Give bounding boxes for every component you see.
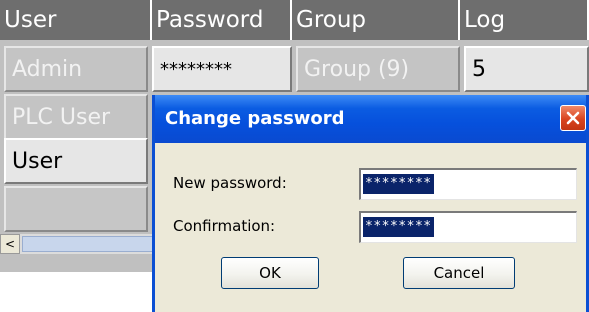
change-password-dialog: Change password New password: ******** C…: [152, 95, 589, 312]
table-cell-password[interactable]: ********: [152, 46, 292, 92]
new-password-label: New password:: [173, 174, 287, 192]
table-footer: [0, 256, 170, 272]
table-cell-user[interactable]: PLC User: [4, 94, 148, 140]
column-header-password[interactable]: Password: [152, 0, 292, 40]
scrollbar-thumb[interactable]: [22, 236, 162, 252]
table-cell-user[interactable]: [4, 186, 148, 232]
horizontal-scrollbar[interactable]: <: [0, 234, 170, 254]
chevron-left-icon[interactable]: <: [0, 234, 20, 254]
confirmation-field[interactable]: ********: [359, 211, 577, 243]
new-password-value: ********: [363, 174, 434, 194]
table-cell-group[interactable]: Group (9): [296, 46, 460, 92]
confirmation-value: ********: [363, 217, 434, 237]
dialog-title-bar[interactable]: Change password: [155, 95, 586, 143]
ok-button[interactable]: OK: [221, 257, 319, 289]
dialog-title: Change password: [165, 108, 345, 129]
table-cell-user[interactable]: Admin: [4, 46, 148, 92]
table-cell-log[interactable]: 5: [464, 46, 589, 92]
close-icon[interactable]: [560, 105, 586, 131]
table-cell-user[interactable]: User: [4, 138, 148, 184]
column-header-group[interactable]: Group: [292, 0, 460, 40]
app-screen: User Password Group Log Admin ******** G…: [0, 0, 589, 312]
column-header-user[interactable]: User: [0, 0, 152, 40]
new-password-field[interactable]: ********: [359, 168, 577, 200]
cancel-button[interactable]: Cancel: [403, 257, 515, 289]
column-header-log[interactable]: Log: [460, 0, 589, 40]
confirmation-label: Confirmation:: [173, 217, 276, 235]
